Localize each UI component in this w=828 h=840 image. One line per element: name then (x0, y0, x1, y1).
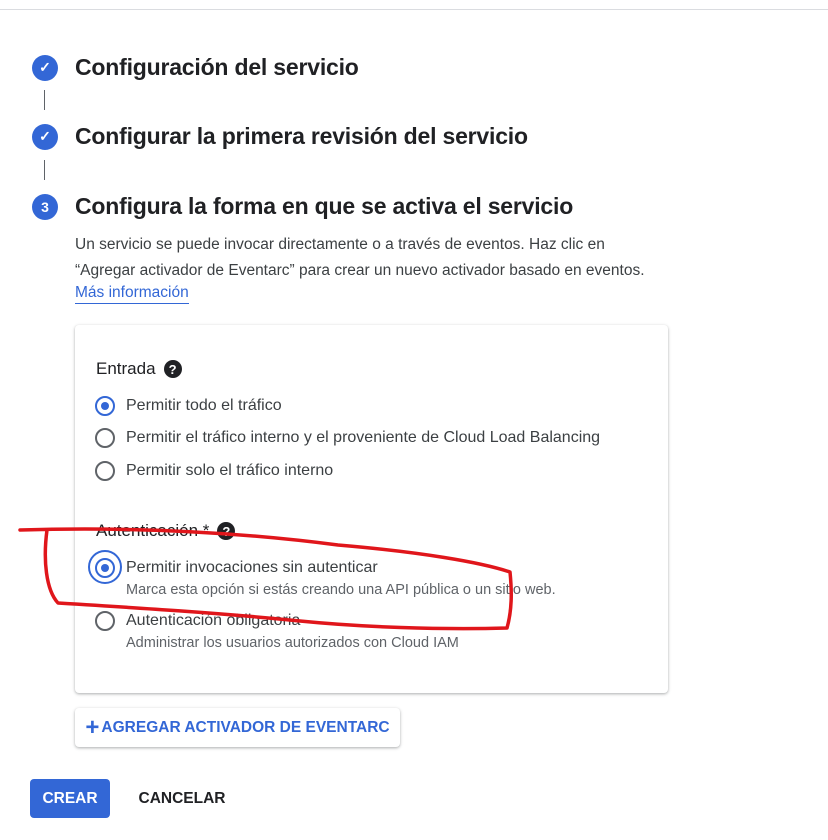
check-circle-icon: ✓ (32, 123, 58, 150)
radio-ingress-internal[interactable]: Permitir solo el tráfico interno (95, 461, 333, 481)
trigger-settings-card: Entrada ? Permitir todo el tráfico Permi… (75, 325, 668, 693)
radio-hint: Marca esta opción si estás creando una A… (126, 582, 556, 598)
radio-auth-required[interactable]: Autenticación obligatoria Administrar lo… (95, 611, 459, 653)
add-eventarc-trigger-button[interactable]: + AGREGAR ACTIVADOR DE EVENTARC (75, 708, 400, 747)
ingress-label: Entrada (96, 359, 156, 378)
step-2[interactable]: ✓ Configurar la primera revisión del ser… (32, 123, 528, 150)
top-divider (0, 9, 828, 10)
ingress-section: Entrada ? (96, 359, 182, 379)
radio-ingress-internal-lb[interactable]: Permitir el tráfico interno y el proveni… (95, 428, 600, 448)
step-connector (44, 160, 45, 180)
radio-label: Permitir el tráfico interno y el proveni… (126, 429, 601, 446)
step-number-icon: 3 (32, 193, 58, 220)
add-trigger-label: AGREGAR ACTIVADOR DE EVENTARC (101, 718, 390, 736)
help-icon[interactable]: ? (217, 522, 236, 540)
radio-auth-unauthenticated[interactable]: Permitir invocaciones sin autenticar Mar… (95, 558, 556, 600)
radio-button[interactable] (95, 461, 115, 481)
radio-label: Permitir solo el tráfico interno (126, 462, 334, 479)
step-1[interactable]: ✓ Configuración del servicio (32, 54, 359, 81)
radio-button[interactable] (95, 428, 115, 448)
radio-button[interactable] (95, 558, 115, 578)
radio-ingress-all[interactable]: Permitir todo el tráfico (95, 396, 282, 416)
radio-label: Autenticación obligatoria (126, 612, 301, 629)
radio-button[interactable] (95, 611, 115, 631)
radio-label: Permitir todo el tráfico (126, 397, 282, 414)
create-button[interactable]: CREAR (30, 779, 110, 818)
step-description: Un servicio se puede invocar directament… (75, 232, 695, 284)
step-2-title: Configurar la primera revisión del servi… (75, 123, 528, 149)
help-icon[interactable]: ? (163, 360, 182, 378)
step-1-title: Configuración del servicio (75, 54, 359, 80)
learn-more-link[interactable]: Más información (75, 283, 189, 304)
radio-label: Permitir invocaciones sin autenticar (126, 559, 378, 576)
step-connector (44, 90, 45, 110)
auth-section: Autenticación * ? (96, 521, 236, 541)
radio-hint: Administrar los usuarios autorizados con… (126, 635, 459, 651)
check-circle-icon: ✓ (32, 54, 58, 81)
description-line: “Agregar activador de Eventarc” para cre… (75, 262, 645, 279)
plus-icon: + (85, 713, 100, 741)
radio-button[interactable] (95, 396, 115, 416)
step-3: 3 Configura la forma en que se activa el… (32, 193, 573, 220)
step-3-title: Configura la forma en que se activa el s… (75, 193, 574, 219)
description-line: Un servicio se puede invocar directament… (75, 236, 605, 253)
cancel-button[interactable]: CANCELAR (130, 779, 234, 818)
auth-label: Autenticación * (96, 521, 210, 540)
